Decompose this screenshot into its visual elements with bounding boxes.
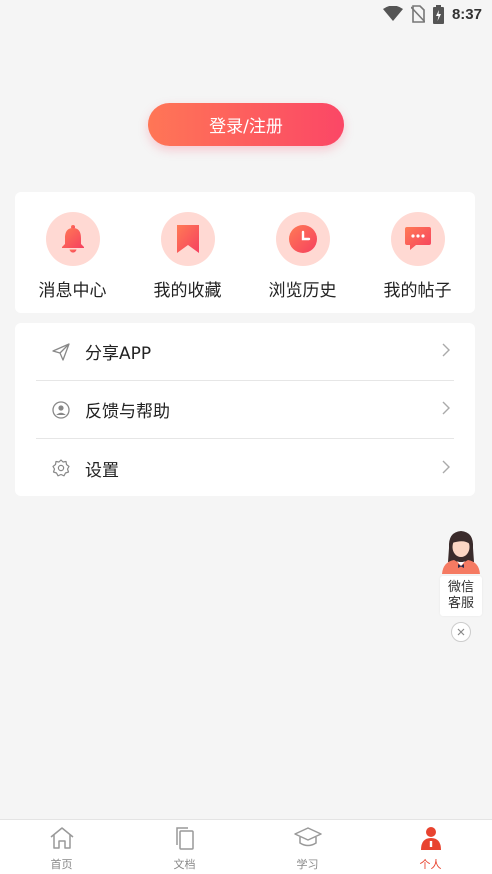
tab-documents[interactable]: 文档 [123,820,246,874]
chat-icon [390,212,445,266]
login-register-button[interactable]: 登录/注册 [148,103,344,146]
customer-service-avatar-icon [440,528,482,578]
quick-actions-card: 消息中心 我的收藏 浏览历史 我的帖子 [15,192,475,313]
settings-menu-card: 分享APP 反馈与帮助 设置 [15,323,475,496]
quick-item-favorites[interactable]: 我的收藏 [130,192,245,313]
quick-item-messages[interactable]: 消息中心 [15,192,130,313]
tab-label: 学习 [296,858,319,871]
bookmark-icon [160,212,215,266]
home-icon [49,826,75,854]
no-sim-icon [410,5,425,23]
menu-item-share-app[interactable]: 分享APP [36,323,454,381]
quick-item-label: 浏览历史 [268,281,337,301]
chevron-right-icon [442,459,450,478]
menu-item-label: 分享APP [85,344,152,364]
tab-profile[interactable]: 个人 [369,820,492,874]
wifi-icon [382,6,403,22]
quick-item-history[interactable]: 浏览历史 [245,192,360,313]
chevron-right-icon [442,400,450,419]
wechat-service-line2: 客服 [447,596,474,611]
wechat-service-line1: 微信 [447,580,474,595]
send-icon [51,342,71,362]
clock-time: 8:37 [451,5,482,23]
tab-label: 首页 [50,858,73,871]
status-bar: 8:37 [0,0,492,28]
menu-item-label: 设置 [85,460,119,481]
chevron-right-icon [442,342,450,361]
menu-item-settings[interactable]: 设置 [36,439,454,497]
wechat-service-label: 微信 客服 [440,576,482,616]
tab-home[interactable]: 首页 [0,820,123,874]
menu-item-feedback-help[interactable]: 反馈与帮助 [36,381,454,439]
quick-item-posts[interactable]: 我的帖子 [360,192,475,313]
close-icon[interactable] [451,622,471,642]
tab-label: 个人 [419,858,442,871]
person-icon [420,826,442,854]
wechat-service-widget[interactable]: 微信 客服 [440,528,482,642]
quick-item-label: 消息中心 [38,281,107,301]
menu-item-label: 反馈与帮助 [85,402,170,422]
bell-icon [45,212,100,266]
document-icon [174,826,196,854]
clock-icon [275,212,330,266]
quick-item-label: 我的收藏 [153,281,222,301]
quick-item-label: 我的帖子 [383,281,452,301]
tab-label: 文档 [173,858,196,871]
battery-charging-icon [432,4,444,24]
tab-study[interactable]: 学习 [246,820,369,874]
bottom-tab-bar: 首页 文档 学习 个人 [0,819,492,874]
user-circle-icon [51,400,71,420]
graduation-cap-icon [293,826,322,854]
gear-icon [51,458,71,478]
